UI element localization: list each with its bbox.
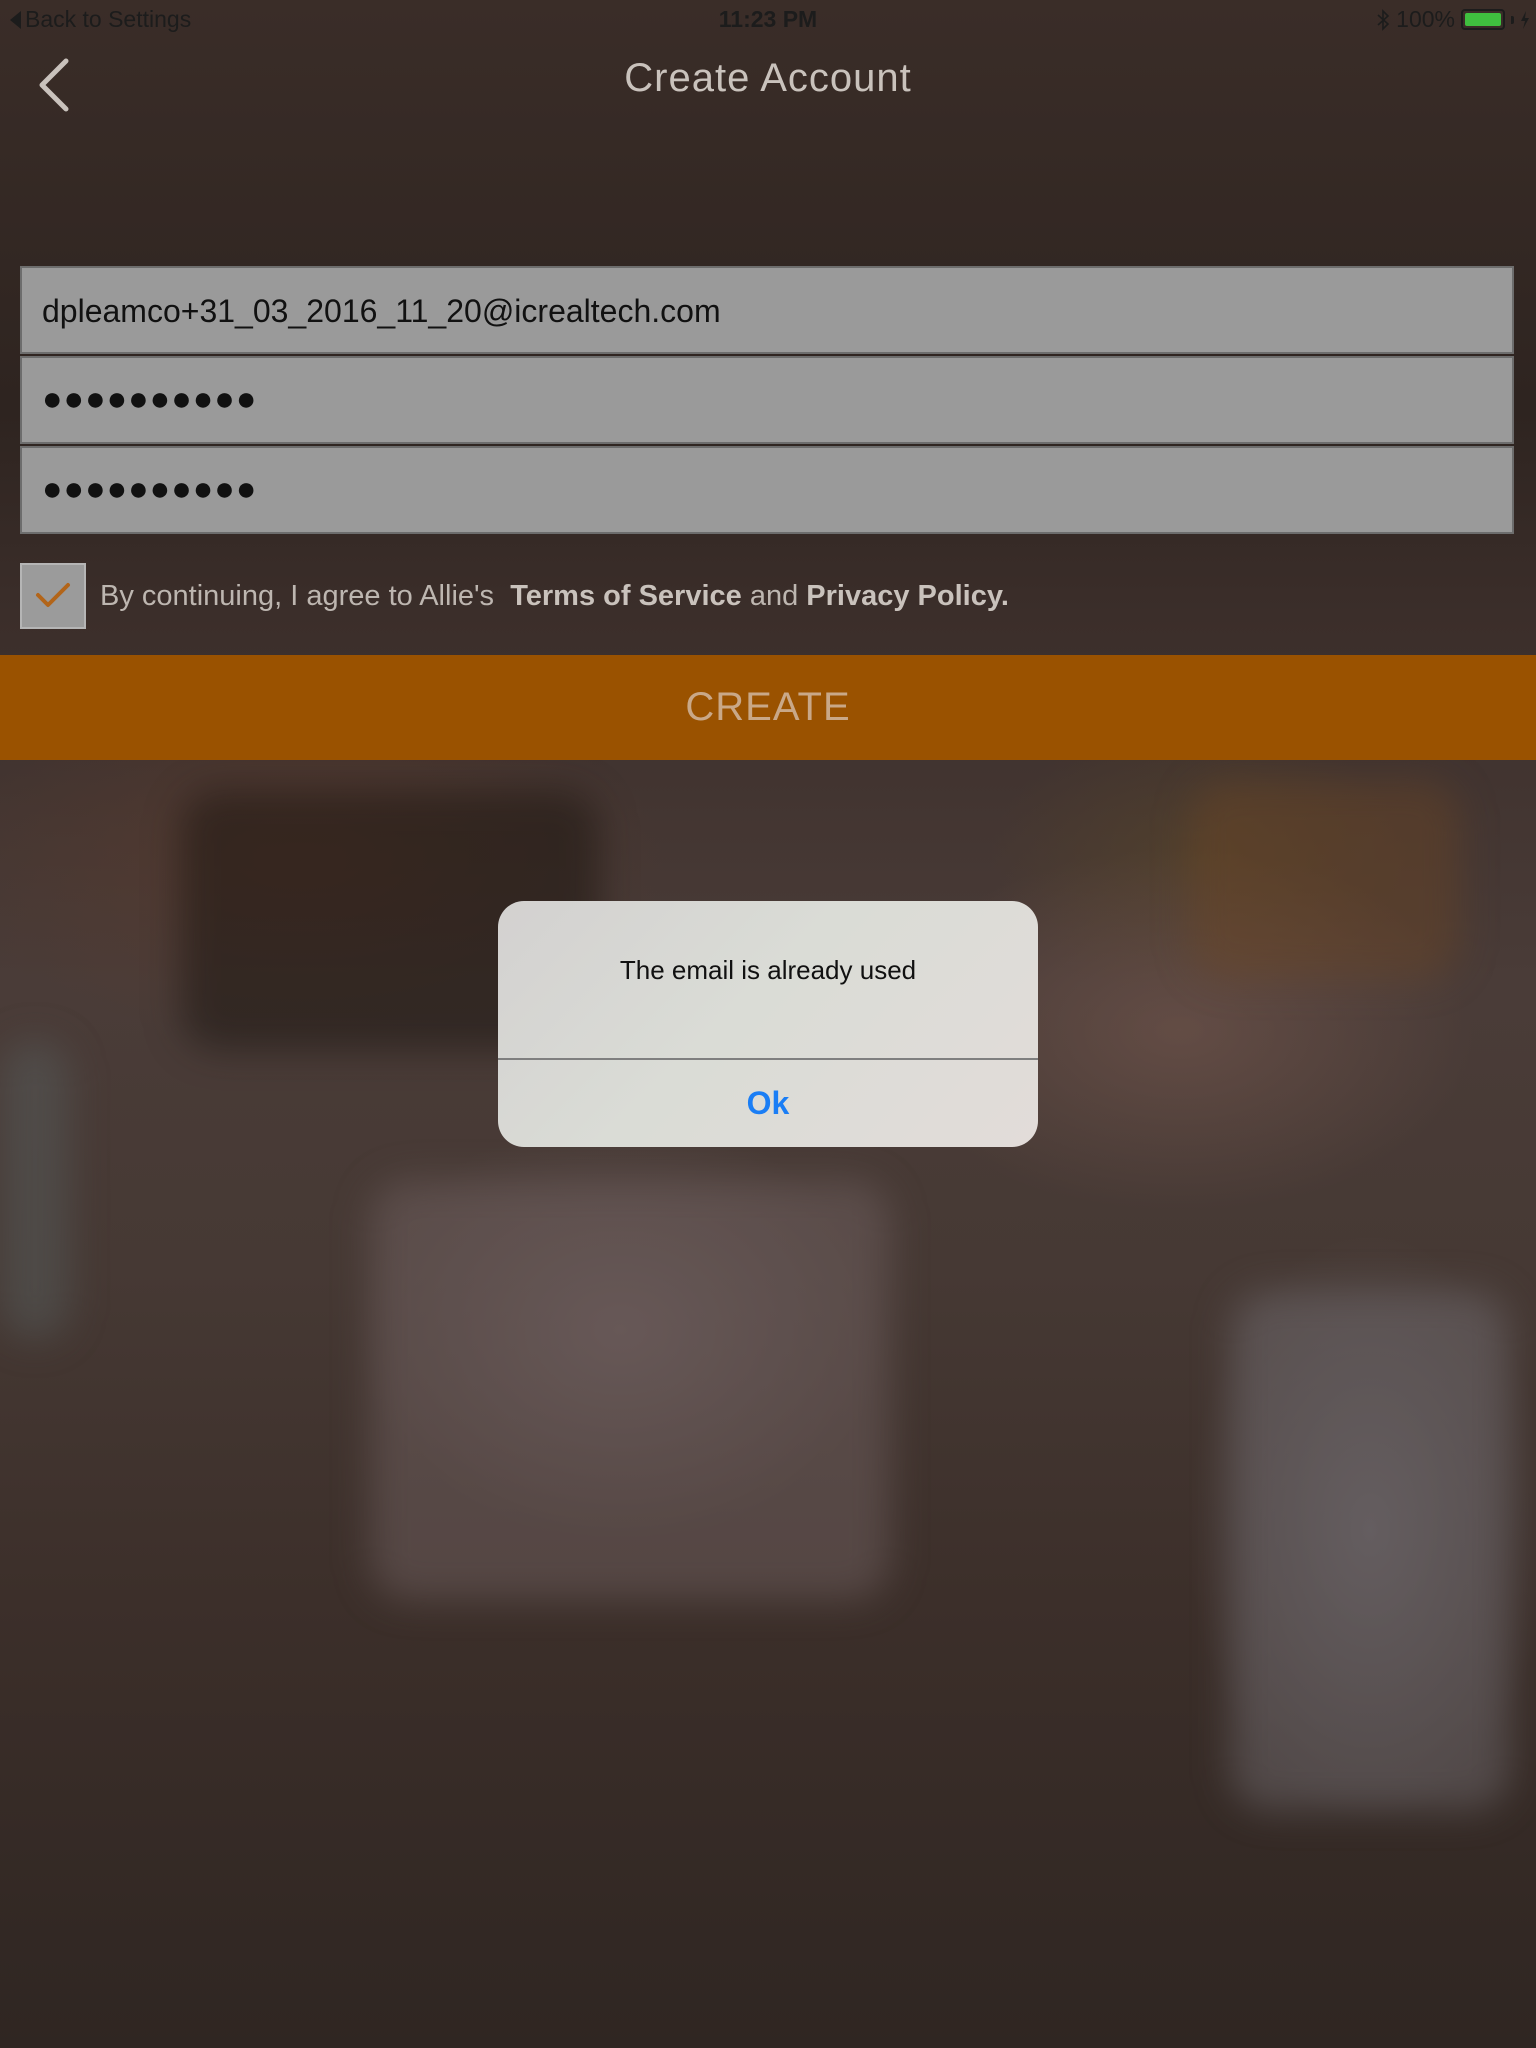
status-bar: Back to Settings 11:23 PM 100% xyxy=(0,0,1536,40)
battery-nub xyxy=(1511,15,1514,24)
create-button[interactable]: CREATE xyxy=(0,655,1536,760)
battery-percent: 100% xyxy=(1396,6,1455,32)
terms-row: By continuing, I agree to Allie's Terms … xyxy=(20,562,1009,630)
alert-message: The email is already used xyxy=(619,955,917,985)
password-dots: ●●●●●●●●●● xyxy=(42,380,258,418)
status-time: 11:23 PM xyxy=(718,6,818,32)
charging-bolt-icon xyxy=(1521,10,1529,29)
email-input[interactable] xyxy=(40,268,1484,354)
alert-ok-button[interactable]: Ok xyxy=(498,1060,1038,1147)
bluetooth-icon xyxy=(1377,8,1390,31)
checkmark-icon xyxy=(36,583,70,607)
confirm-password-field[interactable]: ●●●●●●●●●● xyxy=(20,446,1514,534)
battery-icon xyxy=(1461,9,1505,30)
privacy-policy-link[interactable]: Privacy Policy. xyxy=(806,580,1009,612)
password-field[interactable]: ●●●●●●●●●● xyxy=(20,356,1514,444)
agree-checkbox[interactable] xyxy=(20,563,86,629)
terms-of-service-link[interactable]: Terms of Service xyxy=(510,580,742,612)
confirm-password-dots: ●●●●●●●●●● xyxy=(42,470,258,508)
status-right: 100% xyxy=(1376,6,1530,33)
terms-and: and xyxy=(749,579,799,612)
create-account-screen: Back to Settings 11:23 PM 100% Create Ac… xyxy=(0,0,1536,2048)
background-shape xyxy=(1230,1290,1510,1810)
terms-text: By continuing, I agree to Allie's Terms … xyxy=(100,580,1009,613)
background-shape xyxy=(0,1040,70,1340)
email-field[interactable] xyxy=(20,266,1514,354)
terms-prefix: By continuing, I agree to Allie's xyxy=(100,579,495,612)
background-shape xyxy=(370,1180,890,1600)
background-shape xyxy=(1190,780,1460,980)
alert-dialog: The email is already used Ok xyxy=(498,901,1038,1147)
page-title: Create Account xyxy=(624,56,912,100)
